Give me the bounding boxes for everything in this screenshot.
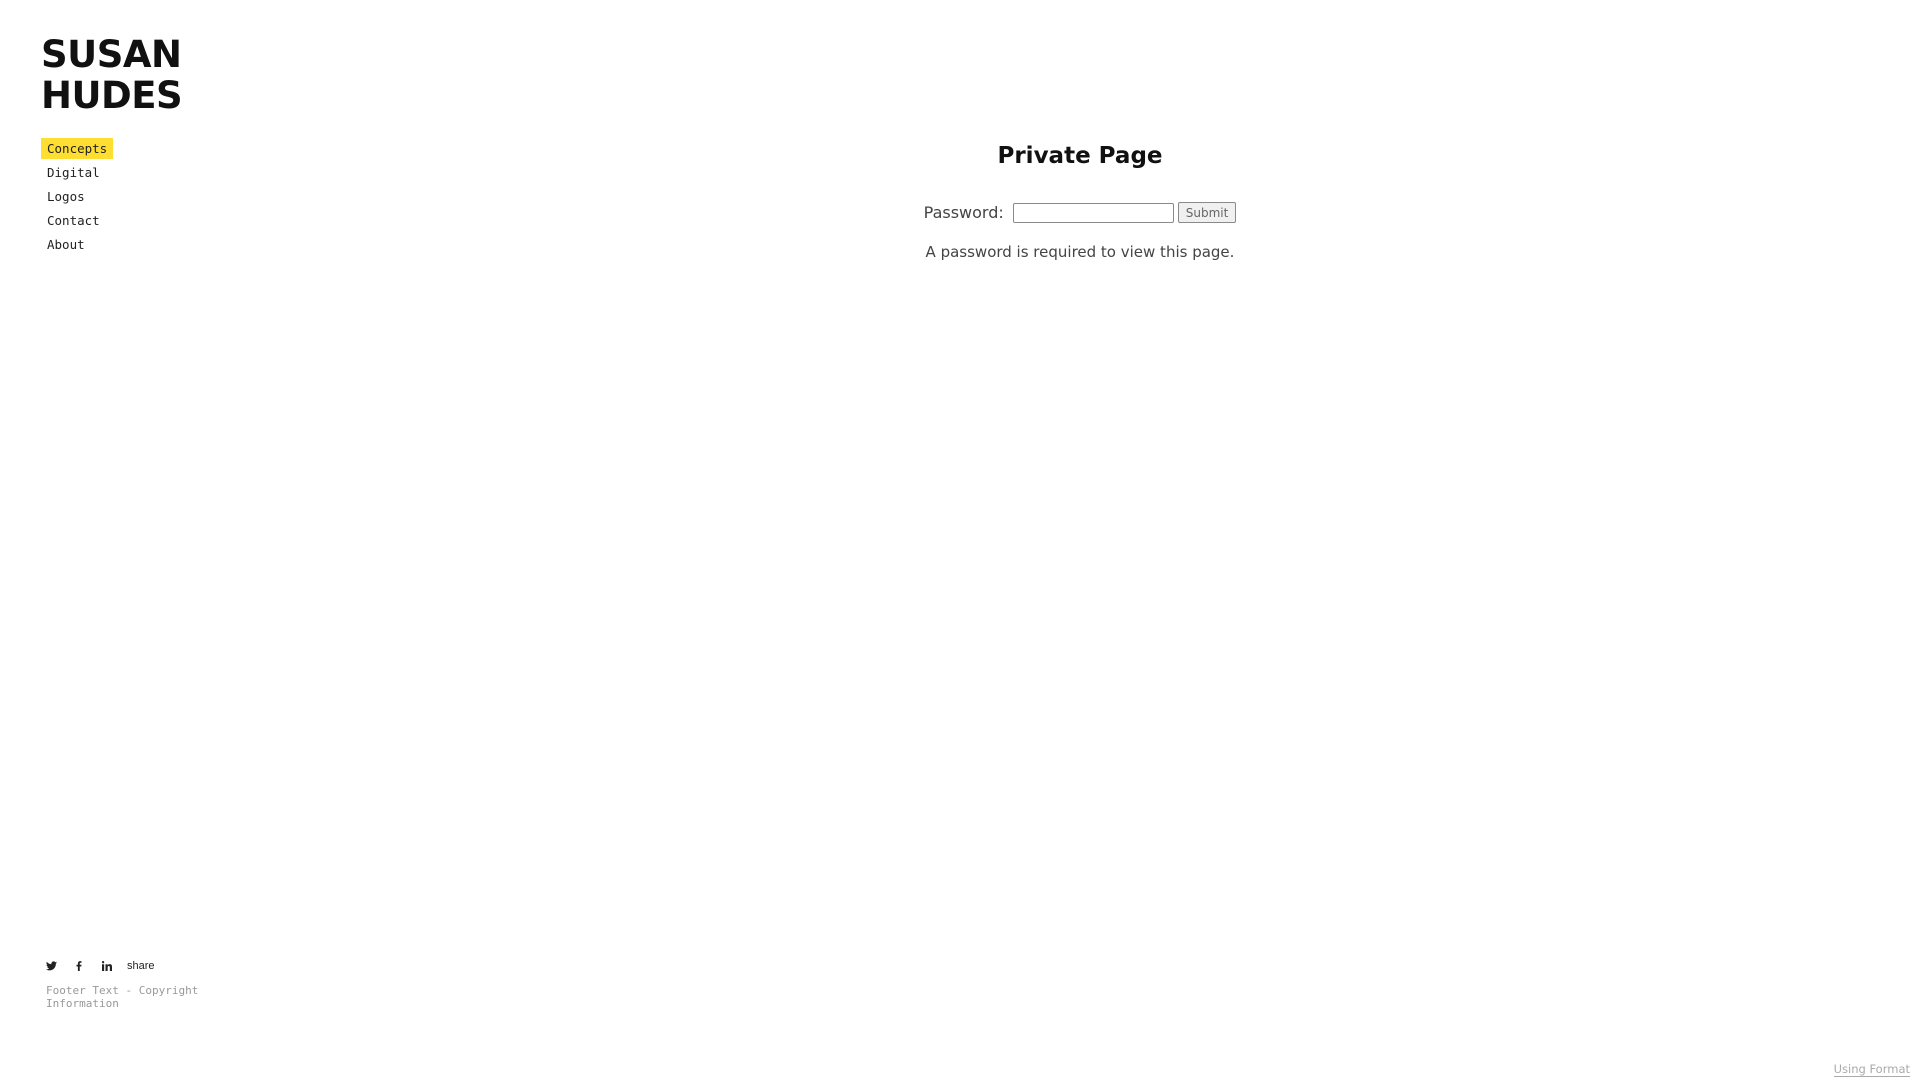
submit-button[interactable]: Submit — [1177, 202, 1237, 223]
site-logo[interactable]: SUSAN HUDES — [41, 34, 201, 116]
nav-item: Digital — [41, 162, 261, 183]
nav-item-concepts[interactable]: Concepts — [41, 138, 114, 159]
using-format-link[interactable]: Using Format — [1833, 1062, 1910, 1077]
nav-item-logos[interactable]: Logos — [41, 186, 91, 207]
facebook-icon[interactable] — [69, 956, 89, 976]
twitter-icon[interactable] — [41, 956, 61, 976]
nav-item: Logos — [41, 186, 261, 207]
linkedin-icon[interactable] — [97, 956, 117, 976]
page-title: Private Page — [997, 143, 1163, 169]
main-nav: Concepts Digital Logos Contact About — [41, 138, 261, 255]
nav-item-digital[interactable]: Digital — [41, 162, 106, 183]
nav-item-about[interactable]: About — [41, 234, 91, 255]
password-form: Password: Submit — [860, 202, 1300, 223]
brand-line-2: HUDES — [41, 74, 183, 117]
page: SUSAN HUDES Concepts Digital Logos Conta… — [0, 0, 1920, 1080]
password-input[interactable] — [1012, 202, 1174, 223]
brand-line-1: SUSAN — [41, 33, 182, 76]
password-required-note: A password is required to view this page… — [925, 243, 1235, 261]
password-label: Password: — [923, 203, 1004, 222]
nav-item: About — [41, 234, 261, 255]
social-links: share — [41, 956, 155, 976]
sidebar: SUSAN HUDES Concepts Digital Logos Conta… — [41, 34, 261, 1044]
share-link[interactable]: share — [127, 960, 155, 972]
footer-text: Footer Text - Copyright Information — [46, 984, 199, 1010]
nav-item: Concepts — [41, 138, 261, 159]
main-content: Private Page Password: Submit A password… — [860, 140, 1300, 261]
nav-item-contact[interactable]: Contact — [41, 210, 106, 231]
nav-item: Contact — [41, 210, 261, 231]
